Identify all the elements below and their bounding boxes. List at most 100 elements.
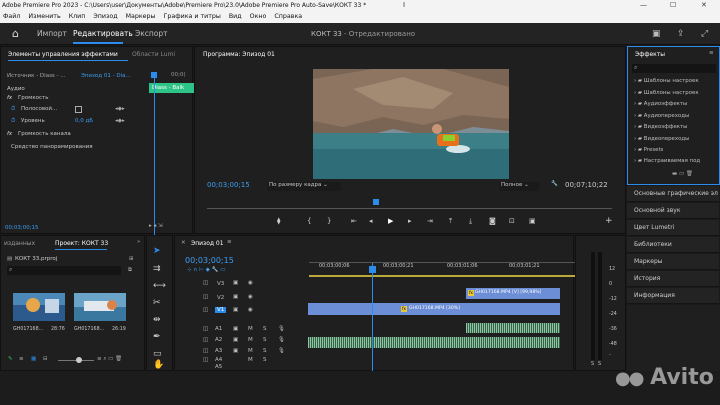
program-timecode[interactable]: 00;03;00;15 [207,181,250,189]
panel-markers[interactable]: Маркеры [627,254,719,270]
timeline-tools-icon[interactable]: ⊹ ∩ ⊢ ◆ 🔧 ▭ [187,267,225,273]
new-bin-icon[interactable]: ⊞ [129,256,134,262]
tab-project[interactable]: Проект: КОКТ 33 [55,240,108,247]
project-search-input[interactable]: ⌕ [7,266,121,275]
rectangle-tool-icon[interactable]: ▭ [153,349,162,359]
track-toggle-icon[interactable]: ▣ [233,280,238,286]
keyframe-nav-icon[interactable]: ◂◆▸ [115,118,125,124]
tab-effect-controls[interactable]: Элементы управления эффектами [8,51,118,58]
track-toggle-icon[interactable]: ▣ [233,294,238,300]
track-lock-icon[interactable]: ◫ [203,326,208,332]
program-monitor-title[interactable]: Программа: Эпизод 01 [203,51,275,58]
timeline-clip-v2[interactable]: GH017168.MP4 [V] [99,98%] fx [466,288,560,299]
menu-help[interactable]: Справка [274,13,302,20]
ec-playhead-handle[interactable] [151,72,157,78]
project-tools-icon[interactable]: ≡ ⌕ ▭ 🗑 [97,356,122,363]
tab-export[interactable]: Экспорт [135,23,168,45]
filter-icon[interactable]: ⧉ [128,267,132,274]
camera-icon[interactable]: ◙ [489,217,496,225]
audio-clip-a1[interactable] [466,323,560,333]
track-toggle-icon[interactable]: ▣ [233,337,238,343]
pencil-icon[interactable]: ✎ [8,356,13,362]
timeline-timecode[interactable]: 00;03;00;15 [185,256,234,265]
wrench-icon[interactable]: 🔧 [551,181,558,187]
timeline-clip-v1[interactable]: GH017168.MP4 [30%] fx [308,303,560,315]
track-toggle-icon[interactable]: ▣ [233,307,238,313]
menu-icon[interactable]: ≡ [227,239,232,245]
menu-icon[interactable]: ≡ [709,50,714,56]
meter-solo-left[interactable]: S [591,362,594,367]
stopwatch-icon[interactable]: ⏱ [11,106,15,113]
fit-dropdown[interactable]: По размеру кадра ⌄ [267,182,341,191]
track-lock-icon[interactable]: ◫ [203,357,208,363]
track-lock-icon[interactable]: ◫ [203,294,208,300]
share-icon[interactable]: ⇪ [677,23,685,45]
work-area-bar[interactable] [309,275,575,277]
track-select-icon[interactable]: ⇉ [153,264,161,274]
effects-item[interactable]: › ▰ Аудиоэффекты [634,101,687,107]
vr-icon[interactable]: ⊡ [509,217,515,225]
ripple-edit-icon[interactable]: ⟷ [153,281,166,291]
timeline-playhead[interactable] [372,263,373,371]
play-icon[interactable]: ▶ [388,217,393,225]
marker-icon[interactable]: ⧫ [277,217,280,225]
ec-zoom-icon[interactable]: ▸ ◂ ⇲ [149,223,163,229]
effects-item[interactable]: › ▰ Настраиваемая под [634,158,700,164]
effects-title[interactable]: Эффекты [635,51,665,58]
menu-view[interactable]: Вид [229,13,242,20]
solo-button[interactable]: S [263,348,267,354]
microphone-icon[interactable]: 🎙 [278,326,285,332]
channel-volume-row[interactable]: fx Громкость канала [7,131,71,138]
effects-item[interactable]: › ▰ Шаблоны настроек [634,78,699,84]
icon-view-icon[interactable]: ▦ [31,356,36,362]
effects-item[interactable]: › ▰ Видеоэффекты [634,124,687,130]
tab-lumetri-scopes[interactable]: Области Lumi [132,51,175,58]
razor-tool-icon[interactable]: ✂ [153,298,161,308]
program-playhead[interactable] [373,199,379,205]
source-selector[interactable]: Источник - Diass - ... [7,73,66,79]
eye-icon[interactable]: ◉ [248,280,253,286]
panel-essential-sound[interactable]: Основной звук [627,203,719,219]
clip-thumbnail[interactable] [74,293,126,321]
freeform-view-icon[interactable]: ⊟ [43,356,48,362]
selection-tool-icon[interactable]: ➤ [153,246,161,256]
mute-button[interactable]: M [248,357,253,363]
eye-icon[interactable]: ◉ [248,294,253,300]
clip-thumbnail[interactable] [13,293,65,321]
effects-item[interactable]: › ▰ Presets [634,147,663,153]
add-button-icon[interactable]: + [605,216,613,226]
bypass-checkbox[interactable] [75,106,82,113]
menu-graphics[interactable]: Графика и титры [164,13,221,20]
step-back-icon[interactable]: ◂ [369,217,373,225]
mute-button[interactable]: M [248,337,253,343]
sequence-selector[interactable]: Эпизод 01 - Dia... [81,73,131,79]
microphone-icon[interactable]: 🎙 [278,348,285,354]
pen-tool-icon[interactable]: ✒ [153,332,161,342]
eye-icon[interactable]: ◉ [248,307,253,313]
tab-import[interactable]: Импорт [37,23,67,45]
ec-playhead[interactable] [154,75,155,259]
menu-markers[interactable]: Маркеры [126,13,156,20]
effects-item[interactable]: › ▰ Видеопереходы [634,136,689,142]
folder-icon[interactable]: ▬ ▭ 🗑 [672,171,693,177]
menu-sequence[interactable]: Эпизод [93,13,117,20]
track-toggle-icon[interactable]: ▣ [233,326,238,332]
go-to-in-icon[interactable]: ⇤ [351,217,357,225]
quality-dropdown[interactable]: Полное ⌄ [499,182,539,191]
ec-clip-bar[interactable]: Diass - Balk [149,83,194,93]
track-lock-icon[interactable]: ◫ [203,307,208,313]
zoom-slider-handle[interactable] [76,357,82,363]
toggle-icon[interactable]: ▣ [529,217,536,225]
go-to-out-icon[interactable]: ⇥ [427,217,433,225]
effects-item[interactable]: › ▰ Аудиопереходы [634,113,689,119]
mute-button[interactable]: M [248,348,253,354]
track-toggle-icon[interactable]: ▣ [233,348,238,354]
keyframe-nav-icon[interactable]: ◂◆▸ [115,106,125,112]
microphone-icon[interactable]: 🎙 [278,337,285,343]
timeline-playhead-handle[interactable] [369,266,376,273]
solo-button[interactable]: S [263,326,267,332]
close-icon[interactable]: » [137,239,140,245]
solo-button[interactable]: S [263,337,267,343]
effects-item[interactable]: › ▰ Шаблоны настроек [634,90,699,96]
audio-clip-a2[interactable] [308,337,560,348]
